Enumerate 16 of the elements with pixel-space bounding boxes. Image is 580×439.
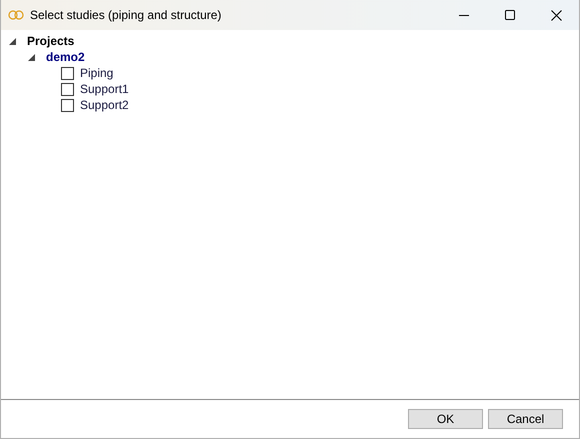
app-icon [8, 10, 24, 20]
tree-item[interactable]: demo2 [46, 50, 85, 64]
study-label: Piping [80, 66, 114, 80]
expanded-arrow-icon[interactable] [28, 54, 35, 60]
study-label: Support1 [80, 82, 129, 96]
tree-item[interactable]: Projects [27, 34, 74, 48]
checkbox[interactable] [61, 82, 74, 96]
dialog-button[interactable]: Cancel [488, 409, 563, 429]
window-title: Select studies (piping and structure) [30, 8, 222, 22]
checkbox[interactable] [61, 98, 74, 112]
maximize-icon[interactable] [505, 10, 515, 20]
dialog-button[interactable]: OK [408, 409, 483, 429]
study-label: Support2 [80, 98, 129, 112]
close-icon[interactable] [550, 10, 562, 20]
checkbox[interactable] [61, 66, 74, 80]
expanded-arrow-icon[interactable] [9, 38, 16, 44]
